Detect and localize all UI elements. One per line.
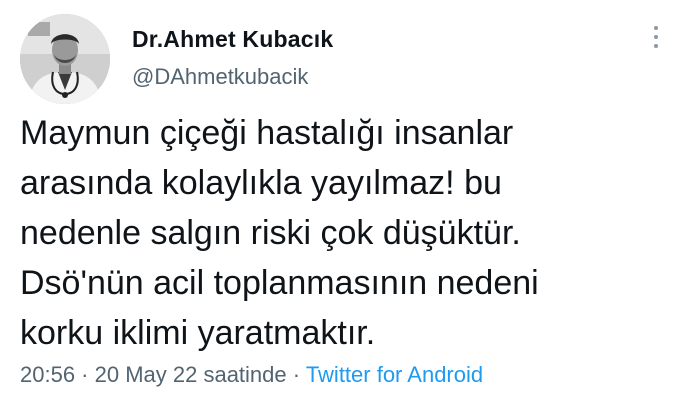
tweet-card: Dr.Ahmet Kubacık @DAhmetkubacik Maymun ç… [0, 0, 690, 406]
author-display-name[interactable]: Dr.Ahmet Kubacık [132, 26, 333, 53]
author-avatar[interactable] [20, 14, 110, 104]
author-handle[interactable]: @DAhmetkubacik [132, 64, 308, 90]
tweet-source-link[interactable]: Twitter for Android [306, 362, 483, 387]
dot-icon [654, 26, 658, 30]
avatar-photo-icon [20, 14, 110, 104]
more-vertical-icon[interactable] [649, 26, 663, 56]
tweet-time[interactable]: 20:56 [20, 362, 75, 387]
dot-icon [654, 44, 658, 48]
meta-separator: · [75, 362, 95, 387]
tweet-text: Maymun çiçeği hastalığı insanlar arasınd… [20, 114, 539, 352]
tweet-meta: 20:56 · 20 May 22 saatinde · Twitter for… [20, 362, 483, 388]
tweet-date[interactable]: 20 May 22 saatinde [95, 362, 287, 387]
meta-separator: · [286, 362, 306, 387]
dot-icon [654, 35, 658, 39]
